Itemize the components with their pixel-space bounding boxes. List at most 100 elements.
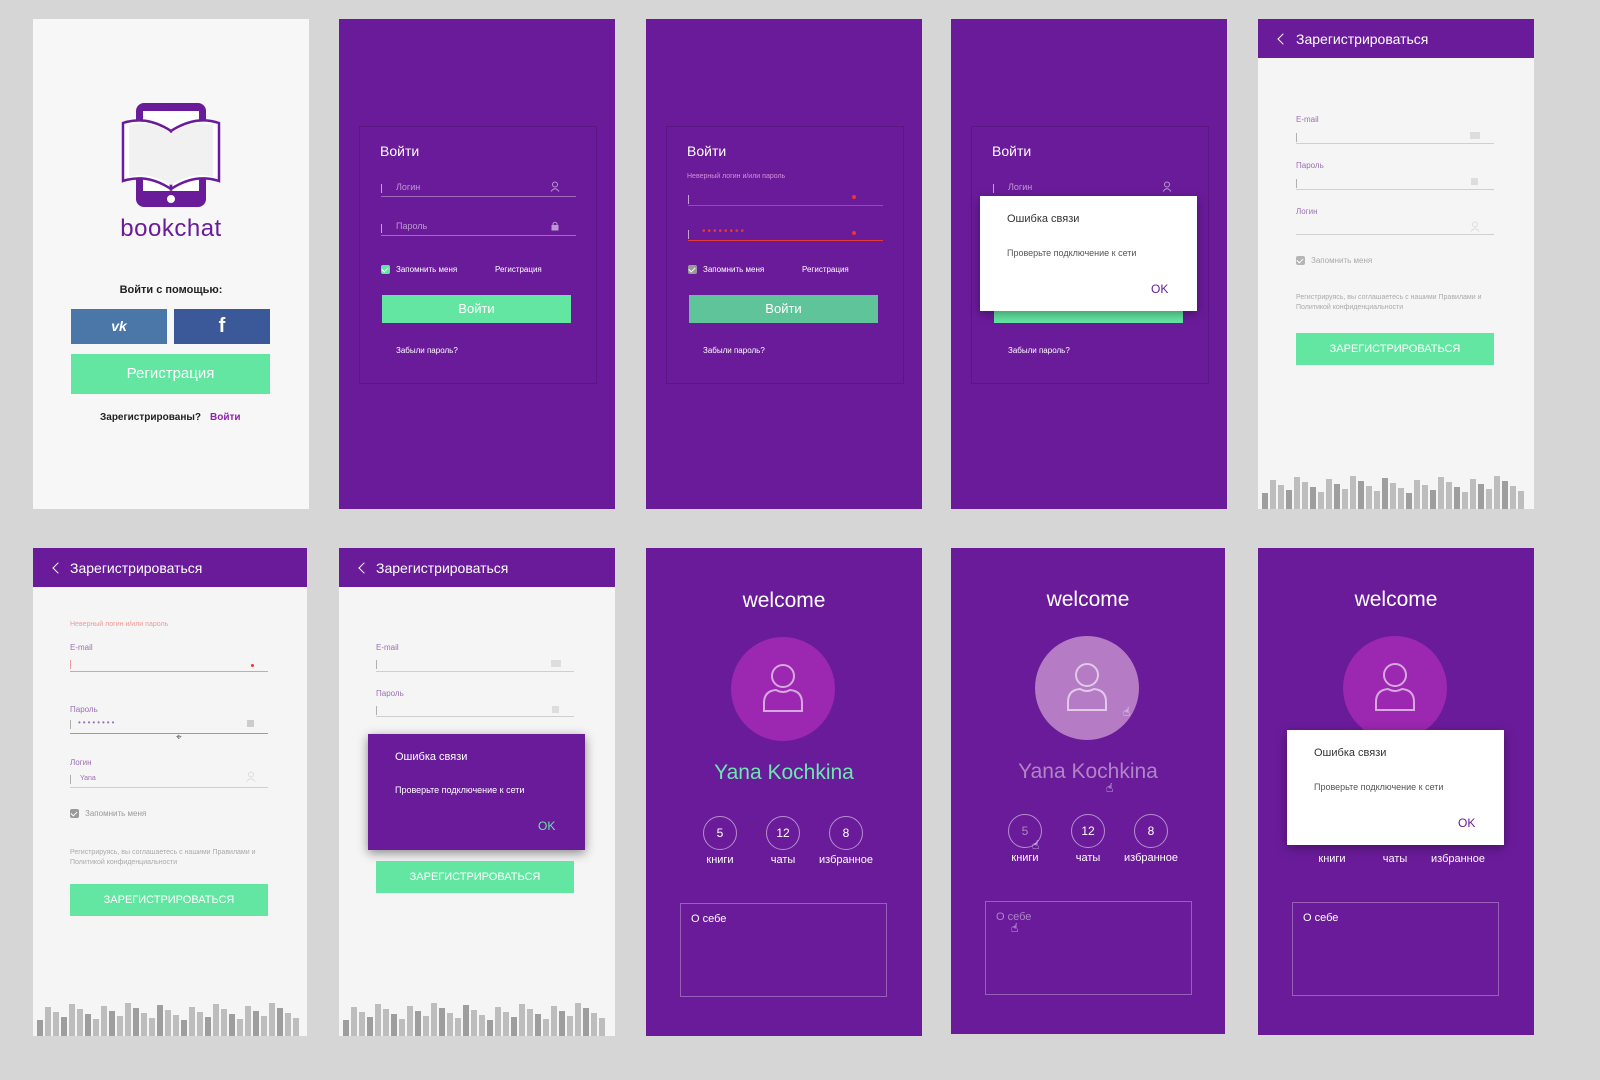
stat-favorites-count[interactable]: 8 <box>829 816 863 850</box>
password-field[interactable] <box>381 235 576 236</box>
back-arrow-icon[interactable] <box>52 562 64 574</box>
login-submit-button[interactable]: Войти <box>689 295 878 323</box>
forgot-password-link[interactable]: Забыли пароль? <box>1008 346 1070 355</box>
email-field[interactable] <box>70 671 268 672</box>
login-link[interactable]: Войти <box>210 412 241 423</box>
book-spine <box>1350 476 1356 509</box>
dialog-ok-button[interactable]: OK <box>538 819 555 833</box>
book-spine <box>1454 487 1460 509</box>
login-field[interactable] <box>70 787 268 788</box>
password-field[interactable] <box>70 733 268 734</box>
email-label: E-mail <box>1296 115 1319 124</box>
hand-cursor-icon: ☝ <box>1123 705 1131 719</box>
avatar[interactable] <box>731 637 835 741</box>
vk-login-button[interactable]: vk <box>71 309 167 344</box>
book-spine <box>487 1020 493 1036</box>
dialog-message: Проверьте подключение к сети <box>1314 782 1444 792</box>
stat-chats-count[interactable]: 12 <box>1071 814 1105 848</box>
lock-icon <box>247 720 254 727</box>
avatar[interactable] <box>1035 636 1139 740</box>
book-spine <box>503 1012 509 1036</box>
book-spine <box>479 1015 485 1036</box>
hand-cursor-icon: ☝ <box>1032 838 1040 852</box>
remember-checkbox[interactable] <box>70 809 79 818</box>
user-avatar-icon <box>1067 663 1107 711</box>
dialog-ok-button[interactable]: OK <box>1458 816 1475 830</box>
book-spine <box>1302 482 1308 509</box>
book-spine <box>53 1012 59 1036</box>
book-spine <box>583 1008 589 1036</box>
email-cursor <box>1296 133 1297 142</box>
login-field[interactable] <box>381 196 576 197</box>
error-dialog: Ошибка связи Проверьте подключение к сет… <box>980 196 1197 311</box>
password-field[interactable] <box>1296 189 1494 190</box>
login-field[interactable] <box>1296 234 1494 235</box>
stat-favorites-count[interactable]: 8 <box>1134 814 1168 848</box>
welcome-title: welcome <box>1354 588 1438 611</box>
register-submit-button[interactable]: ЗАРЕГИСТРИРОВАТЬСЯ <box>1296 333 1494 365</box>
forgot-password-link[interactable]: Забыли пароль? <box>396 346 458 355</box>
book-spine <box>1270 480 1276 509</box>
password-label: Пароль <box>376 689 404 698</box>
book-spine <box>101 1006 107 1036</box>
book-spine <box>431 1003 437 1036</box>
book-spine <box>189 1007 195 1036</box>
book-spine <box>367 1017 373 1036</box>
register-header: Зарегистрироваться <box>339 548 615 587</box>
register-link[interactable]: Регистрация <box>802 265 849 274</box>
book-spine <box>237 1019 243 1036</box>
user-icon <box>1162 181 1172 192</box>
email-field[interactable] <box>376 671 574 672</box>
password-cursor <box>381 224 382 233</box>
password-field[interactable] <box>376 716 574 717</box>
screen-register-error: Зарегистрироваться Неверный логин и/или … <box>33 548 307 1036</box>
password-error-dot <box>852 231 856 235</box>
user-avatar-icon <box>763 664 803 712</box>
login-title: Войти <box>687 143 727 159</box>
dialog-ok-button[interactable]: OK <box>1151 282 1168 296</box>
book-spine <box>229 1014 235 1036</box>
email-cursor <box>376 660 377 669</box>
register-submit-button[interactable]: ЗАРЕГИСТРИРОВАТЬСЯ <box>376 861 574 893</box>
stat-books-count[interactable]: 5 <box>703 816 737 850</box>
book-spine <box>1406 493 1412 509</box>
remember-checkbox[interactable] <box>688 265 697 274</box>
lock-icon <box>1471 178 1478 185</box>
welcome-title: welcome <box>1046 588 1130 611</box>
password-dots: •••••••• <box>78 718 117 727</box>
remember-checkbox[interactable] <box>381 265 390 274</box>
login-field[interactable] <box>688 205 883 206</box>
register-header: Зарегистрироваться <box>33 548 307 587</box>
back-arrow-icon[interactable] <box>358 562 370 574</box>
book-spine <box>543 1019 549 1036</box>
back-arrow-icon[interactable] <box>1277 33 1289 45</box>
stat-books-label: книги <box>1318 853 1346 865</box>
stat-favorites-label: избранное <box>1124 852 1178 864</box>
book-spine <box>359 1012 365 1036</box>
book-spine <box>1510 486 1516 509</box>
register-header-title: Зарегистрироваться <box>70 560 203 576</box>
about-label: О себе <box>1303 912 1339 924</box>
book-spine <box>463 1005 469 1036</box>
profile-name: Yana Kochkina <box>714 761 854 784</box>
password-field[interactable] <box>688 240 883 241</box>
facebook-login-button[interactable]: f <box>174 309 270 344</box>
avatar[interactable] <box>1343 636 1447 740</box>
register-button[interactable]: Регистрация <box>71 354 270 394</box>
remember-checkbox[interactable] <box>1296 256 1305 265</box>
book-spine <box>1342 489 1348 509</box>
bookshelf-illustration <box>343 1003 605 1036</box>
email-field[interactable] <box>1296 143 1494 144</box>
stat-chats-count[interactable]: 12 <box>766 816 800 850</box>
login-card <box>666 126 904 384</box>
register-link[interactable]: Регистрация <box>495 265 542 274</box>
register-header-title: Зарегистрироваться <box>1296 31 1429 47</box>
book-spine <box>221 1009 227 1036</box>
book-spine <box>575 1003 581 1036</box>
book-spine <box>375 1004 381 1036</box>
lock-icon <box>551 221 559 231</box>
register-submit-button[interactable]: ЗАРЕГИСТРИРОВАТЬСЯ <box>70 884 268 916</box>
forgot-password-link[interactable]: Забыли пароль? <box>703 346 765 355</box>
stat-chats-label: чаты <box>1382 853 1408 865</box>
login-submit-button[interactable]: Войти <box>382 295 571 323</box>
